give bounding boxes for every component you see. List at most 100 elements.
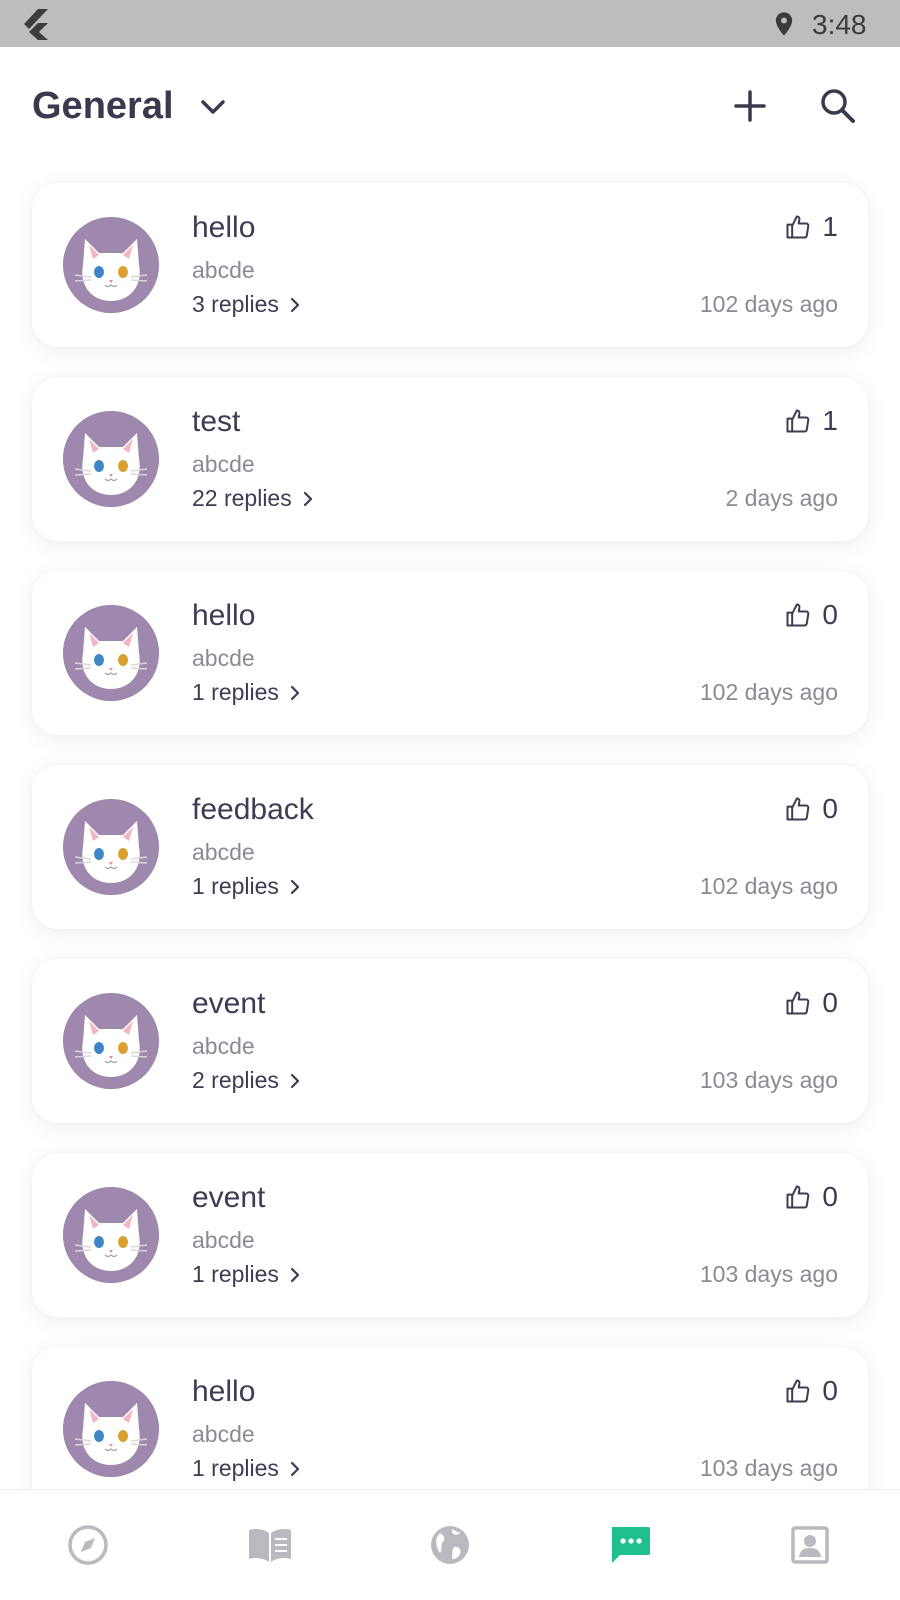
post-title: event [192, 1181, 266, 1214]
replies-count: 3 replies [192, 291, 279, 317]
thumbs-up-icon [786, 215, 810, 239]
app-header: General [0, 47, 900, 167]
post-card[interactable]: event abcde 1 replies 0 103 days ago [32, 1153, 868, 1317]
chevron-right-icon [290, 297, 300, 312]
cat-avatar-icon [63, 799, 159, 895]
search-icon[interactable] [816, 84, 860, 128]
post-time: 2 days ago [725, 485, 838, 511]
post-title: hello [192, 1375, 256, 1408]
cat-avatar-icon [63, 605, 159, 701]
post-author: abcde [192, 839, 255, 865]
avatar [63, 799, 159, 895]
replies-link[interactable]: 1 replies [192, 679, 303, 706]
post-title: event [192, 987, 266, 1020]
replies-link[interactable]: 1 replies [192, 1261, 303, 1288]
avatar [63, 1187, 159, 1283]
replies-count: 1 replies [192, 1261, 279, 1287]
replies-count: 22 replies [192, 485, 292, 511]
cat-avatar-icon [63, 1381, 159, 1477]
chevron-right-icon [290, 1267, 300, 1282]
post-card[interactable]: hello abcde 3 replies 1 102 days ago [32, 183, 868, 347]
post-card[interactable]: feedback abcde 1 replies 0 102 days ago [32, 765, 868, 929]
chevron-right-icon [290, 1073, 300, 1088]
like-count: 0 [822, 1375, 838, 1406]
post-time: 102 days ago [699, 873, 838, 899]
post-author: abcde [192, 1421, 255, 1447]
post-title: test [192, 405, 241, 438]
post-author: abcde [192, 645, 255, 671]
thumbs-up-icon [786, 1185, 810, 1209]
replies-link[interactable]: 3 replies [192, 291, 303, 318]
post-title: hello [192, 211, 256, 244]
like-count: 0 [822, 793, 838, 824]
replies-count: 1 replies [192, 873, 279, 899]
cat-avatar-icon [63, 1187, 159, 1283]
status-bar: 3:48 [0, 0, 900, 47]
post-card[interactable]: event abcde 2 replies 0 103 days ago [32, 959, 868, 1123]
post-time: 103 days ago [699, 1455, 838, 1481]
replies-link[interactable]: 1 replies [192, 1455, 303, 1482]
nav-library[interactable] [245, 1520, 295, 1570]
post-card[interactable]: hello abcde 1 replies 0 102 days ago [32, 571, 868, 735]
post-author: abcde [192, 451, 255, 477]
status-time: 3:48 [812, 9, 867, 40]
post-author: abcde [192, 1227, 255, 1253]
replies-count: 2 replies [192, 1067, 279, 1093]
like-count: 1 [822, 405, 838, 436]
thumbs-up-icon [786, 409, 810, 433]
like-button[interactable]: 0 [784, 793, 838, 825]
add-icon[interactable] [728, 84, 772, 128]
post-title: feedback [192, 793, 314, 826]
like-count: 0 [822, 987, 838, 1018]
nav-chat[interactable] [605, 1520, 655, 1570]
post-time: 103 days ago [699, 1261, 838, 1287]
like-button[interactable]: 1 [784, 211, 838, 243]
cat-avatar-icon [63, 993, 159, 1089]
post-card[interactable]: test abcde 22 replies 1 2 days ago [32, 377, 868, 541]
post-list[interactable]: hello abcde 3 replies 1 102 days ago tes… [0, 167, 900, 1489]
compass-icon [68, 1525, 108, 1565]
cat-avatar-icon [63, 411, 159, 507]
replies-link[interactable]: 22 replies [192, 485, 316, 512]
avatar [63, 993, 159, 1089]
thumbs-up-icon [786, 603, 810, 627]
like-button[interactable]: 0 [784, 1375, 838, 1407]
nav-world[interactable] [425, 1520, 475, 1570]
like-button[interactable]: 0 [784, 599, 838, 631]
avatar [63, 605, 159, 701]
nav-explore[interactable] [63, 1520, 113, 1570]
replies-link[interactable]: 1 replies [192, 873, 303, 900]
replies-count: 1 replies [192, 679, 279, 705]
profile-icon [791, 1526, 829, 1564]
chat-icon [612, 1527, 650, 1563]
thumbs-up-icon [786, 991, 810, 1015]
globe-icon [431, 1526, 469, 1564]
avatar [63, 411, 159, 507]
cat-avatar-icon [63, 217, 159, 313]
replies-link[interactable]: 2 replies [192, 1067, 303, 1094]
bottom-nav [0, 1489, 900, 1600]
like-count: 0 [822, 1181, 838, 1212]
chevron-right-icon [303, 491, 312, 506]
chevron-down-icon[interactable] [195, 92, 231, 122]
post-title: hello [192, 599, 256, 632]
book-icon [249, 1529, 291, 1562]
post-time: 102 days ago [699, 679, 838, 705]
post-card[interactable]: hello abcde 1 replies 0 103 days ago [32, 1347, 868, 1489]
chevron-right-icon [290, 1461, 300, 1476]
like-button[interactable]: 0 [784, 1181, 838, 1213]
avatar [63, 217, 159, 313]
nav-profile[interactable] [785, 1520, 835, 1570]
avatar [63, 1381, 159, 1477]
flutter-logo-icon [24, 9, 48, 40]
like-count: 1 [822, 211, 838, 242]
location-icon [775, 12, 793, 36]
channel-title[interactable]: General [32, 85, 174, 128]
post-time: 103 days ago [699, 1067, 838, 1093]
post-author: abcde [192, 257, 255, 283]
like-button[interactable]: 1 [784, 405, 838, 437]
post-author: abcde [192, 1033, 255, 1059]
like-button[interactable]: 0 [784, 987, 838, 1019]
thumbs-up-icon [786, 797, 810, 821]
like-count: 0 [822, 599, 838, 630]
